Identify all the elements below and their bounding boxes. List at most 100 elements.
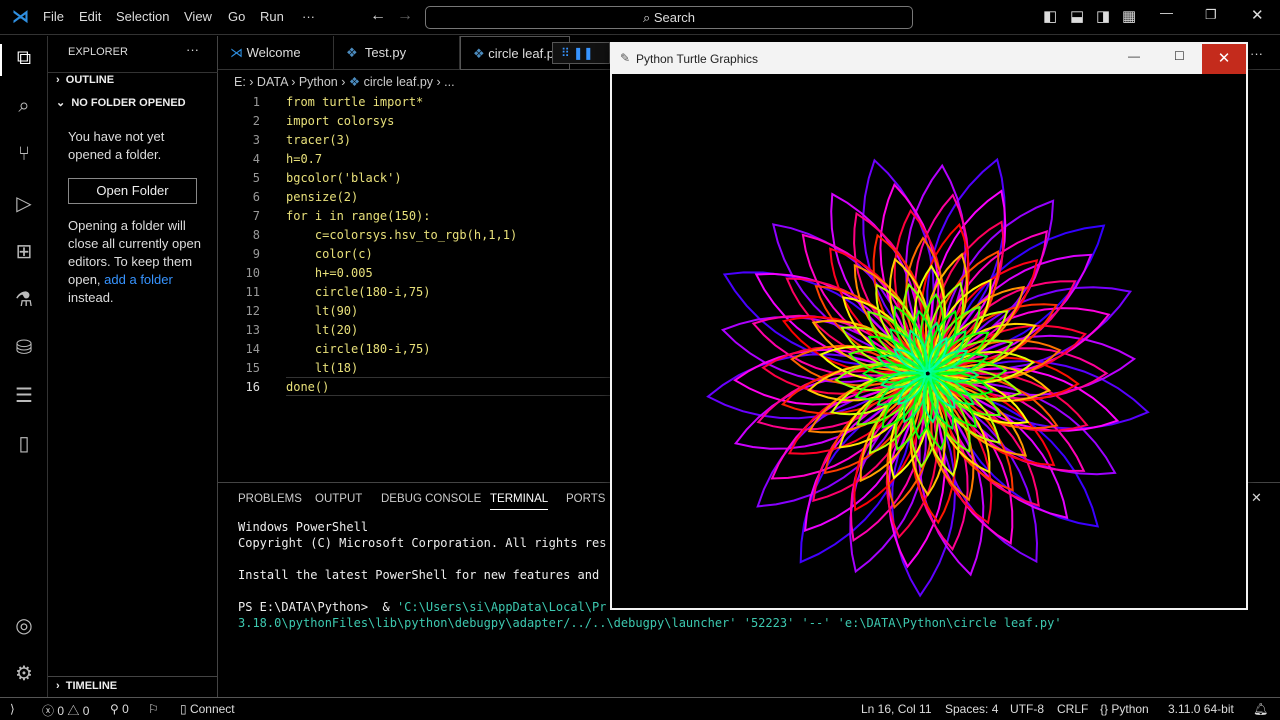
code-line: circle(180-i,75) xyxy=(286,342,431,356)
panel-tab-output[interactable]: OUTPUT xyxy=(315,493,362,505)
debug-icon[interactable]: ⚐ xyxy=(148,702,159,716)
menu-go[interactable]: Go xyxy=(228,9,245,24)
line-number: 12 xyxy=(245,304,260,318)
line-number: 13 xyxy=(245,323,260,337)
cursor-position[interactable]: Ln 16, Col 11 xyxy=(861,702,932,716)
line-number: 3 xyxy=(252,133,260,147)
debug-toolbar[interactable]: ⠿ ❚❚ xyxy=(552,42,610,64)
line-number: 7 xyxy=(252,209,260,223)
code-line: color(c) xyxy=(286,247,373,261)
search-icon[interactable]: ⌕ xyxy=(12,94,36,118)
ports-status[interactable]: ⚲ 0 xyxy=(110,702,129,716)
explorer-title: EXPLORER xyxy=(68,46,128,58)
explorer-icon[interactable]: ⧉ xyxy=(12,46,36,70)
terminal-line: Copyright (C) Microsoft Corporation. All… xyxy=(238,536,607,550)
code-line: circle(180-i,75) xyxy=(286,285,431,299)
vscode-icon: ⋊ xyxy=(230,45,243,60)
editor-more-icon[interactable]: ··· xyxy=(1250,46,1263,61)
device-icon[interactable]: ▯ xyxy=(12,432,36,456)
remote-icon[interactable]: ⟩ xyxy=(10,702,15,716)
line-ending[interactable]: CRLF xyxy=(1057,702,1088,716)
line-number: 9 xyxy=(252,247,260,261)
turtle-maximize-icon[interactable]: ☐ xyxy=(1174,49,1185,63)
menu-view[interactable]: View xyxy=(184,9,212,24)
restore-icon[interactable]: ❐ xyxy=(1205,7,1217,23)
search-label: Search xyxy=(653,10,696,25)
line-number: 10 xyxy=(245,266,260,280)
account-icon[interactable]: ◎ xyxy=(12,614,36,638)
code-line: lt(90) xyxy=(286,304,359,318)
search-icon: ⌕ xyxy=(642,10,654,25)
line-number: 1 xyxy=(252,95,260,109)
close-panel-icon[interactable]: ✕ xyxy=(1251,490,1262,506)
menu-run[interactable]: Run xyxy=(260,9,284,24)
notifications-icon[interactable]: 🔔︎ xyxy=(1253,702,1268,716)
toggle-secondary-sidebar-icon[interactable]: ◨ xyxy=(1096,7,1110,25)
code-line: h+=0.005 xyxy=(286,266,373,280)
panel-tab-problems[interactable]: PROBLEMS xyxy=(238,493,302,505)
code-line: tracer(3) xyxy=(286,133,352,147)
search-box[interactable]: ⌕ Search xyxy=(425,6,913,29)
drag-handle-icon: ⠿ xyxy=(561,46,570,60)
current-line-highlight xyxy=(286,377,610,396)
terminal-command-line: 3.18.0\pythonFiles\lib\python\debugpy\ad… xyxy=(238,616,1062,630)
vscode-logo-icon: ⋊ xyxy=(12,7,29,26)
menu-selection[interactable]: Selection xyxy=(116,9,169,24)
settings-gear-icon[interactable]: ⚙ xyxy=(12,662,36,686)
code-line: h=0.7 xyxy=(286,152,323,166)
language-mode[interactable]: {} Python xyxy=(1100,702,1149,716)
code-line: lt(18) xyxy=(286,361,359,375)
toggle-sidebar-icon[interactable]: ◧ xyxy=(1043,7,1057,25)
stack-icon[interactable]: ☰ xyxy=(12,384,36,408)
database-icon[interactable]: ⛁ xyxy=(12,336,36,360)
close-icon[interactable]: ✕ xyxy=(1251,6,1264,24)
status-bar: ⟩ ⓧ 0 △ 0 ⚲ 0 ⚐ ▯ Connect Ln 16, Col 11 … xyxy=(0,697,1280,720)
source-control-icon[interactable]: ⑂ xyxy=(12,142,36,166)
forward-arrow-icon[interactable]: → xyxy=(397,7,413,25)
panel-tab-debug-console[interactable]: DEBUG CONSOLE xyxy=(381,493,481,505)
indentation[interactable]: Spaces: 4 xyxy=(945,702,998,716)
line-number: 6 xyxy=(252,190,260,204)
line-number: 16 xyxy=(245,380,260,394)
run-debug-icon[interactable]: ▷ xyxy=(12,192,36,216)
turtle-canvas xyxy=(706,157,1150,598)
open-folder-hint: Opening a folder will close all currentl… xyxy=(68,218,201,305)
add-folder-link[interactable]: add a folder xyxy=(104,272,173,287)
python-interpreter[interactable]: 3.11.0 64-bit xyxy=(1168,702,1234,716)
connect-status[interactable]: ▯ Connect xyxy=(180,702,235,716)
code-line: from turtle import* xyxy=(286,95,424,109)
problems-status[interactable]: ⓧ 0 △ 0 xyxy=(42,702,89,719)
code-line: import colorsys xyxy=(286,114,395,128)
code-line: c=colorsys.hsv_to_rgb(h,1,1) xyxy=(286,228,518,242)
pause-icon: ❚❚ xyxy=(573,46,594,60)
turtle-minimize-icon[interactable]: — xyxy=(1128,49,1140,63)
outline-section[interactable]: › OUTLINE xyxy=(56,74,114,86)
more-actions-icon[interactable]: ··· xyxy=(186,42,199,57)
extensions-icon[interactable]: ⊞ xyxy=(12,240,36,264)
line-number: 2 xyxy=(252,114,260,128)
turtle-title-bar[interactable]: ✎ Python Turtle Graphics — ☐ ✕ xyxy=(612,44,1246,74)
menu-more[interactable]: ··· xyxy=(302,9,315,24)
panel-tab-terminal[interactable]: TERMINAL xyxy=(490,493,549,510)
turtle-window-title: Python Turtle Graphics xyxy=(636,52,759,66)
panel-tab-ports[interactable]: PORTS xyxy=(566,493,605,505)
testing-icon[interactable]: ⚗ xyxy=(12,288,36,312)
timeline-section[interactable]: › TIMELINE xyxy=(56,680,117,692)
line-number: 15 xyxy=(245,361,260,375)
menu-edit[interactable]: Edit xyxy=(79,9,101,24)
toggle-panel-icon[interactable]: ⬓ xyxy=(1070,7,1084,25)
tab-welcome[interactable]: ⋊ Welcome xyxy=(218,36,334,70)
no-folder-section[interactable]: ⌄ NO FOLDER OPENED xyxy=(56,96,186,109)
tab-test-py[interactable]: ❖ Test.py xyxy=(334,36,460,70)
code-line: pensize(2) xyxy=(286,190,359,204)
terminal-line: Install the latest PowerShell for new fe… xyxy=(238,568,600,582)
menu-file[interactable]: File xyxy=(43,9,64,24)
minimize-icon[interactable]: — xyxy=(1160,5,1173,20)
terminal-line: Windows PowerShell xyxy=(238,520,369,534)
turtle-close-button[interactable]: ✕ xyxy=(1202,44,1246,74)
layout-icon[interactable]: ▦ xyxy=(1122,7,1136,25)
encoding[interactable]: UTF-8 xyxy=(1010,702,1044,716)
open-folder-button[interactable]: Open Folder xyxy=(68,178,197,204)
back-arrow-icon[interactable]: ← xyxy=(370,7,386,25)
python-file-icon: ❖ xyxy=(346,45,358,60)
